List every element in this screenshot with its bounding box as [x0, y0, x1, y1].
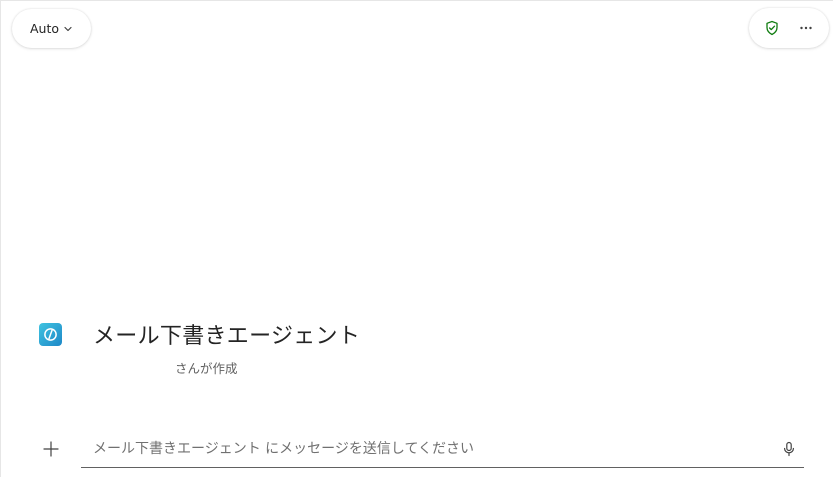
shield-check-icon[interactable]	[758, 14, 786, 42]
microphone-icon	[781, 441, 797, 457]
message-composer	[81, 430, 804, 468]
add-attachment-button[interactable]	[38, 436, 64, 462]
copilot-agent-logo	[39, 323, 62, 346]
more-horizontal-icon[interactable]	[792, 14, 820, 42]
chevron-down-icon	[63, 24, 73, 34]
message-input[interactable]	[81, 430, 771, 467]
agent-title: メール下書きエージェント	[93, 324, 361, 349]
app-frame	[0, 0, 833, 477]
microphone-button[interactable]	[778, 438, 800, 460]
plus-icon	[42, 440, 60, 458]
model-selector-button[interactable]: Auto	[12, 9, 91, 48]
model-selector-label: Auto	[30, 21, 60, 36]
agent-creator-text: さんが作成	[175, 361, 238, 376]
header-actions	[749, 8, 829, 48]
